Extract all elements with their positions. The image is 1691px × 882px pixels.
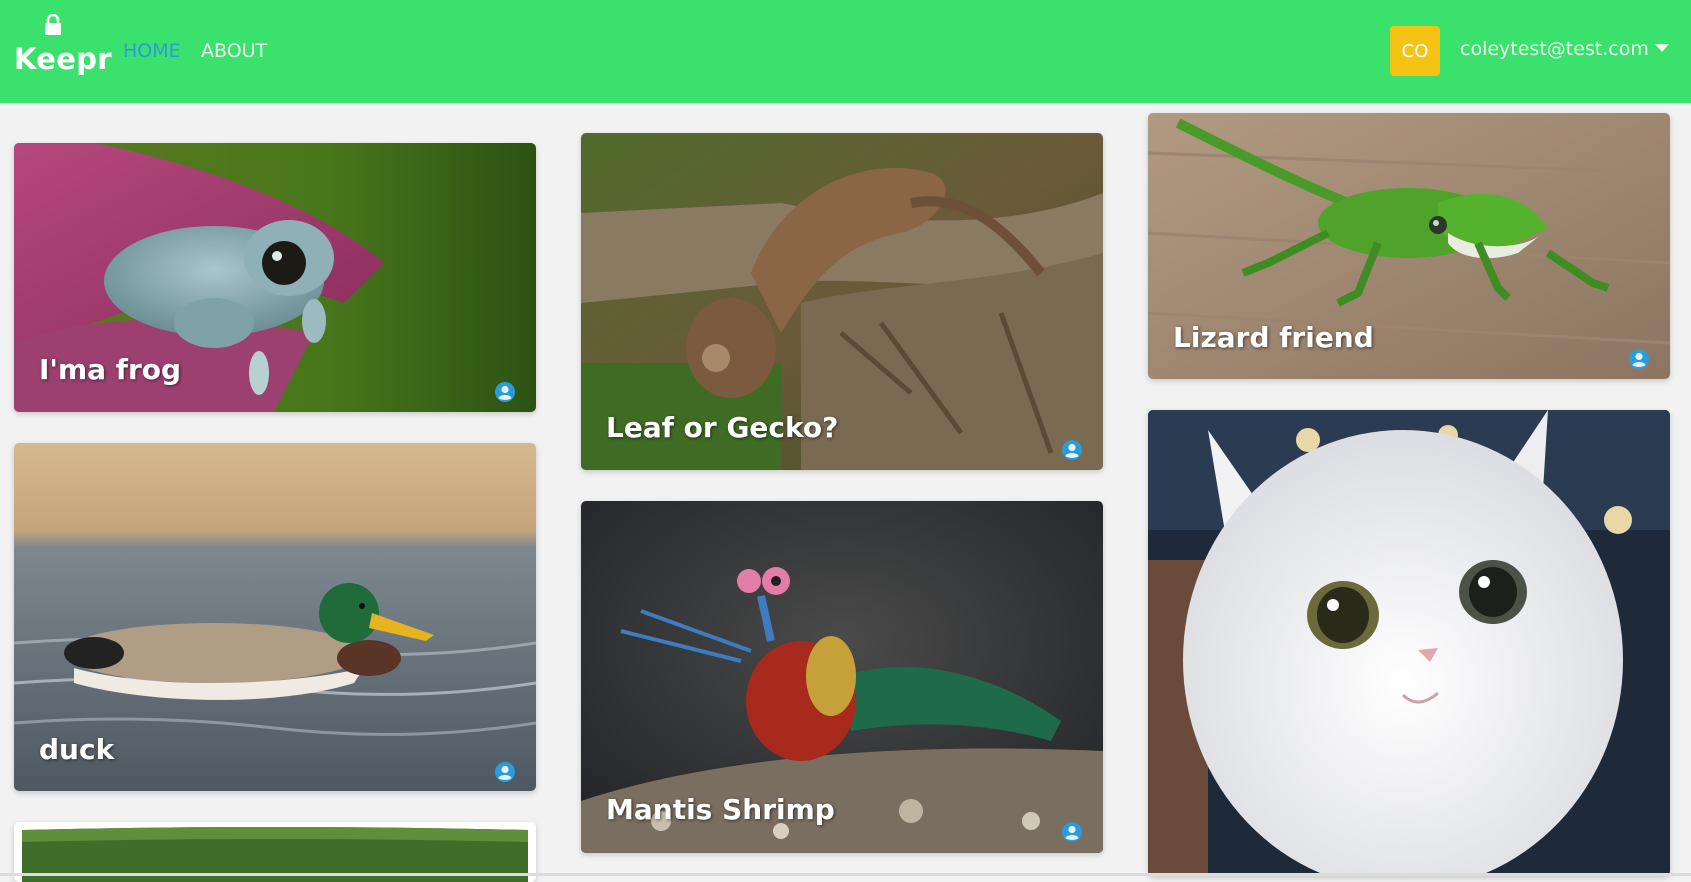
keep-title: Lizard friend [1173, 321, 1374, 354]
nav-home-link[interactable]: HOME [123, 40, 181, 62]
keep-card-gecko[interactable]: Leaf or Gecko? [581, 133, 1103, 470]
keep-title: I'ma frog [39, 353, 182, 386]
nav-about-link[interactable]: ABOUT [201, 40, 267, 62]
user-email[interactable]: coleytest@test.com [1460, 38, 1649, 60]
keep-title: Leaf or Gecko? [606, 411, 839, 444]
chevron-down-icon[interactable] [1655, 44, 1669, 52]
keep-card-mantis-shrimp[interactable]: Mantis Shrimp [581, 501, 1103, 853]
brand-name: Keepr [14, 42, 112, 76]
user-circle-icon[interactable] [1061, 821, 1083, 843]
brand-link[interactable]: Keepr [14, 14, 112, 78]
keep-title: duck [39, 733, 115, 766]
user-avatar-badge[interactable]: CO [1390, 26, 1440, 76]
keep-card-lizard[interactable]: Lizard friend [1148, 113, 1670, 379]
user-circle-icon[interactable] [494, 761, 516, 783]
keep-card-frog[interactable]: I'ma frog [14, 143, 536, 412]
keep-card-duck[interactable]: duck [14, 443, 536, 791]
user-circle-icon[interactable] [1628, 348, 1650, 370]
navbar: Keepr HOME ABOUT CO coleytest@test.com [0, 0, 1691, 103]
user-circle-icon[interactable] [494, 381, 516, 403]
lock-icon [45, 14, 61, 35]
cat-image [1148, 410, 1670, 876]
user-circle-icon[interactable] [1061, 439, 1083, 461]
keep-card-cat[interactable] [1148, 410, 1670, 876]
keep-title: Mantis Shrimp [606, 793, 835, 826]
